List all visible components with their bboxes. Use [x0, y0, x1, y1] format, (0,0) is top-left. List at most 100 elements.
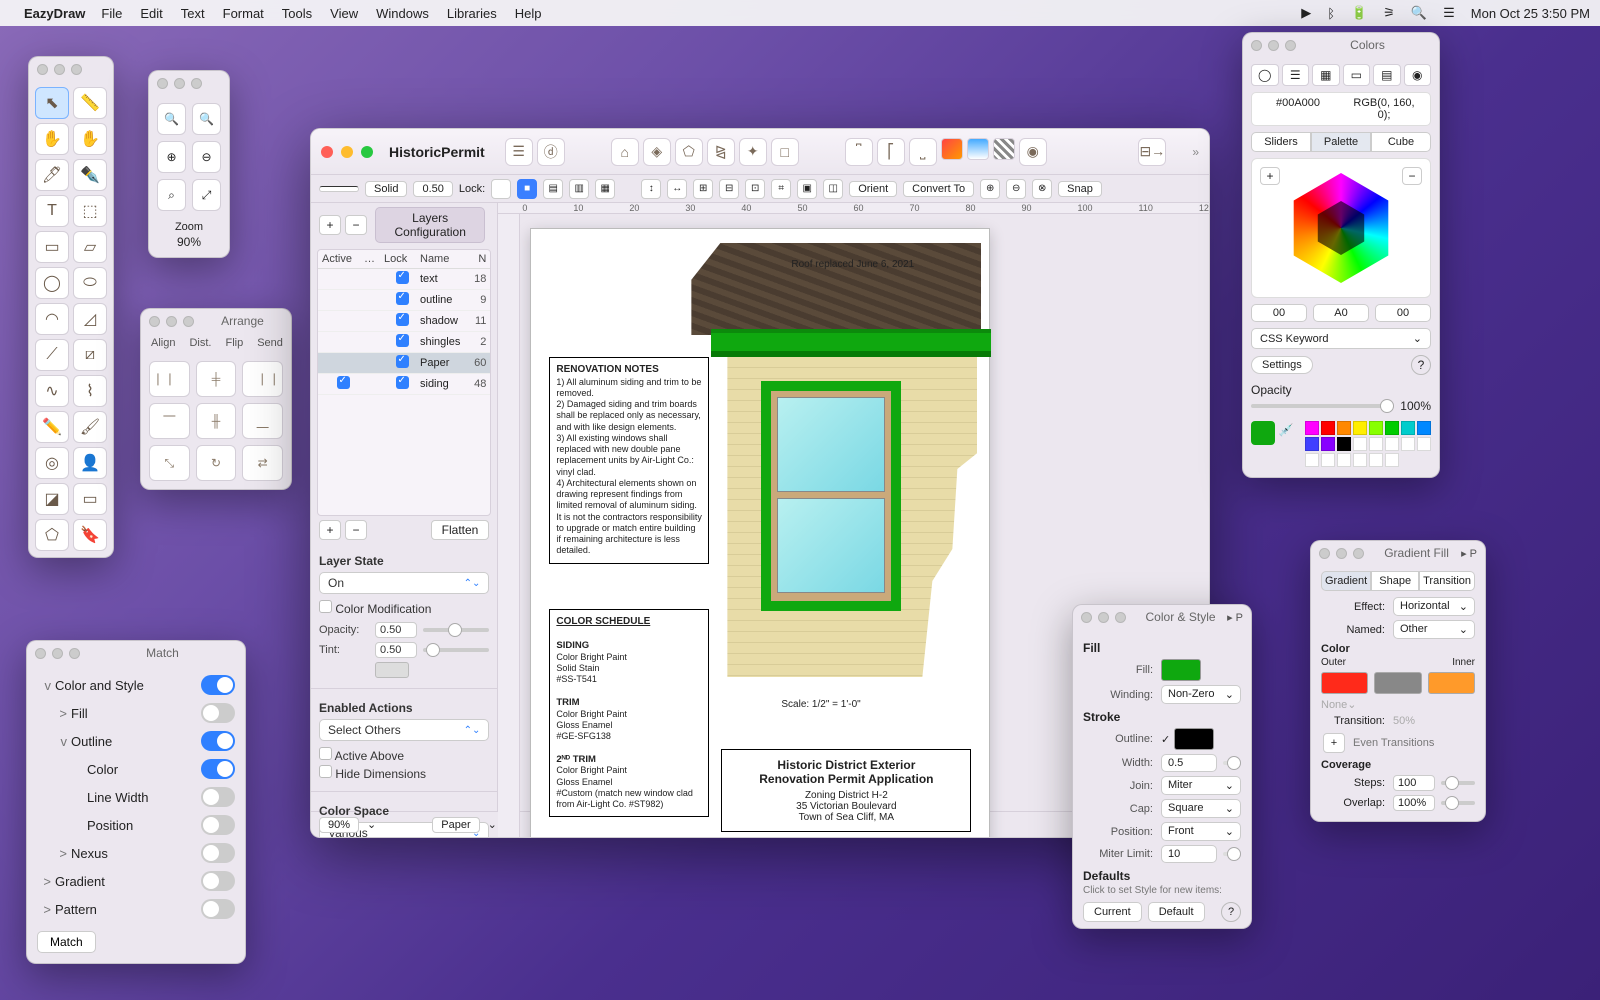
- airplay-icon[interactable]: ▶: [1301, 5, 1311, 21]
- arrange-tool-5[interactable]: ⎽: [242, 403, 283, 439]
- palette-empty-6[interactable]: [1321, 453, 1335, 467]
- home-icon[interactable]: ⌂: [611, 138, 639, 166]
- opt-k[interactable]: ⊗: [1032, 179, 1052, 199]
- orient-select[interactable]: Orient: [849, 181, 897, 197]
- palette-swatch-0[interactable]: [1305, 421, 1319, 435]
- tool-5[interactable]: ✒️: [73, 159, 107, 191]
- layer-add-2[interactable]: +: [319, 520, 341, 540]
- explode-icon[interactable]: ✦: [739, 138, 767, 166]
- tool-19[interactable]: 🖌: [73, 411, 107, 443]
- tab-transition[interactable]: Transition: [1419, 571, 1475, 591]
- layers-table[interactable]: Active … Lock Name N text18outline9shado…: [317, 249, 491, 516]
- tool-2[interactable]: ✋: [35, 123, 69, 155]
- convert-select[interactable]: Convert To: [903, 181, 974, 197]
- outer-color-swatch[interactable]: [1321, 672, 1368, 694]
- arrange-tool-6[interactable]: ⤡: [149, 445, 190, 481]
- tool-22[interactable]: ◪: [35, 483, 69, 515]
- bluetooth-icon[interactable]: ᛒ: [1327, 6, 1335, 21]
- stroke-style-select[interactable]: Solid: [365, 181, 407, 197]
- palette-swatch-2[interactable]: [1337, 421, 1351, 435]
- add-stop-button[interactable]: +: [1323, 733, 1345, 753]
- align-bottom-icon[interactable]: ⎵: [909, 138, 937, 166]
- settings-button[interactable]: Settings: [1251, 356, 1313, 374]
- palette-swatch-8[interactable]: [1305, 437, 1319, 451]
- lock-5[interactable]: ▦: [595, 179, 615, 199]
- arrange-tab-send[interactable]: Send: [257, 337, 283, 349]
- dimension-icon[interactable]: ⓓ: [537, 138, 565, 166]
- overlap-field[interactable]: 100%: [1393, 795, 1435, 811]
- menu-clock[interactable]: Mon Oct 25 3:50 PM: [1471, 6, 1590, 21]
- arrange-palette[interactable]: Arrange Align Dist. Flip Send ⎸⎸╪⎹⎹⎺╫⎽⤡↻…: [140, 308, 292, 490]
- drawing-page[interactable]: Roof replaced June 6, 2021 Scale: 1/2" =…: [530, 228, 990, 838]
- arrange-tab-dist[interactable]: Dist.: [189, 337, 211, 349]
- even-transitions-button[interactable]: Even Transitions: [1353, 737, 1475, 749]
- opacity-slider[interactable]: [423, 628, 489, 632]
- zoom-tool-2[interactable]: ⊕: [157, 141, 186, 173]
- tool-18[interactable]: ✏️: [35, 411, 69, 443]
- gradient-swatch[interactable]: [967, 138, 989, 160]
- tool-3[interactable]: ✋: [73, 123, 107, 155]
- hex-value[interactable]: #00A000: [1260, 97, 1336, 121]
- opt-j[interactable]: ⊖: [1006, 179, 1026, 199]
- lock-3[interactable]: ▤: [543, 179, 563, 199]
- lock-2[interactable]: ■: [517, 179, 537, 199]
- close-button[interactable]: [321, 146, 333, 158]
- val-g[interactable]: A0: [1313, 304, 1369, 322]
- val-r[interactable]: 00: [1251, 304, 1307, 322]
- align-top-icon[interactable]: ⎴: [845, 138, 873, 166]
- none-select[interactable]: None⌄: [1321, 698, 1475, 711]
- palette-empty-0[interactable]: [1353, 437, 1367, 451]
- opt-a[interactable]: ↕: [641, 179, 661, 199]
- window-graphic[interactable]: [761, 381, 901, 611]
- tool-11[interactable]: ⬭: [73, 267, 107, 299]
- layers-icon[interactable]: ☰: [505, 138, 533, 166]
- tool-9[interactable]: ▱: [73, 231, 107, 263]
- current-color-swatch[interactable]: [1251, 421, 1275, 445]
- tab-sliders[interactable]: Sliders: [1251, 132, 1311, 152]
- palette-swatch-6[interactable]: [1401, 421, 1415, 435]
- named-select[interactable]: Other⌄: [1393, 620, 1475, 639]
- cornice-graphic[interactable]: [711, 329, 991, 357]
- zoom-tool-3[interactable]: ⊖: [192, 141, 221, 173]
- pattern-swatch[interactable]: [993, 138, 1015, 160]
- color-schedule[interactable]: COLOR SCHEDULE SIDINGColor Bright Paint …: [549, 609, 709, 817]
- renovation-notes[interactable]: RENOVATION NOTES 1) All aluminum siding …: [549, 357, 709, 564]
- diamond-icon[interactable]: ◈: [643, 138, 671, 166]
- fill-swatch[interactable]: [1161, 659, 1201, 681]
- winding-select[interactable]: Non-Zero⌄: [1161, 685, 1241, 704]
- gradient-panel[interactable]: Gradient Fill▸ P Gradient Shape Transiti…: [1310, 540, 1486, 822]
- tool-4[interactable]: 🖊: [35, 159, 69, 191]
- palette-swatch-5[interactable]: [1385, 421, 1399, 435]
- arrange-tool-7[interactable]: ↻: [196, 445, 237, 481]
- current-button[interactable]: Current: [1083, 902, 1142, 922]
- drop-icon[interactable]: ◉: [1019, 138, 1047, 166]
- layer-row-text[interactable]: text18: [318, 269, 490, 290]
- mode-palette-icon[interactable]: ▦: [1312, 64, 1340, 86]
- layer-add-button[interactable]: +: [319, 215, 341, 235]
- zoom-tool-5[interactable]: ⤢: [192, 179, 221, 211]
- search-icon[interactable]: 🔍: [1411, 5, 1427, 21]
- tint-swatch[interactable]: [375, 662, 409, 678]
- align-left-icon[interactable]: ⎡: [877, 138, 905, 166]
- miter-field[interactable]: 10: [1161, 845, 1217, 863]
- help-icon[interactable]: ?: [1411, 355, 1431, 375]
- arrange-tool-8[interactable]: ⇄: [242, 445, 283, 481]
- layer-row-outline[interactable]: outline9: [318, 290, 490, 311]
- outline-swatch[interactable]: [1174, 728, 1214, 750]
- mode-crayons-icon[interactable]: ▤: [1373, 64, 1401, 86]
- tools-palette[interactable]: ⬉📏✋✋🖊✒️T⬚▭▱◯⬭◠◿⟋⧄∿⌇✏️🖌◎👤◪▭⬠🔖: [28, 56, 114, 558]
- control-center-icon[interactable]: ☰: [1443, 5, 1455, 21]
- tool-25[interactable]: 🔖: [73, 519, 107, 551]
- arrange-tool-1[interactable]: ╪: [196, 361, 237, 397]
- inner-color-swatch[interactable]: [1428, 672, 1475, 694]
- layer-row-shingles[interactable]: shingles2: [318, 332, 490, 353]
- layer-remove-button[interactable]: −: [345, 215, 367, 235]
- footer-zoom[interactable]: 90%: [319, 817, 359, 833]
- val-b[interactable]: 00: [1375, 304, 1431, 322]
- arrange-tab-flip[interactable]: Flip: [225, 337, 243, 349]
- inspector-toggle-icon[interactable]: ⊟→: [1138, 138, 1166, 166]
- stroke-width-select[interactable]: 0.50: [413, 181, 452, 197]
- pentagon-icon[interactable]: ⬠: [675, 138, 703, 166]
- menu-format[interactable]: Format: [223, 6, 264, 21]
- palette-swatch-1[interactable]: [1321, 421, 1335, 435]
